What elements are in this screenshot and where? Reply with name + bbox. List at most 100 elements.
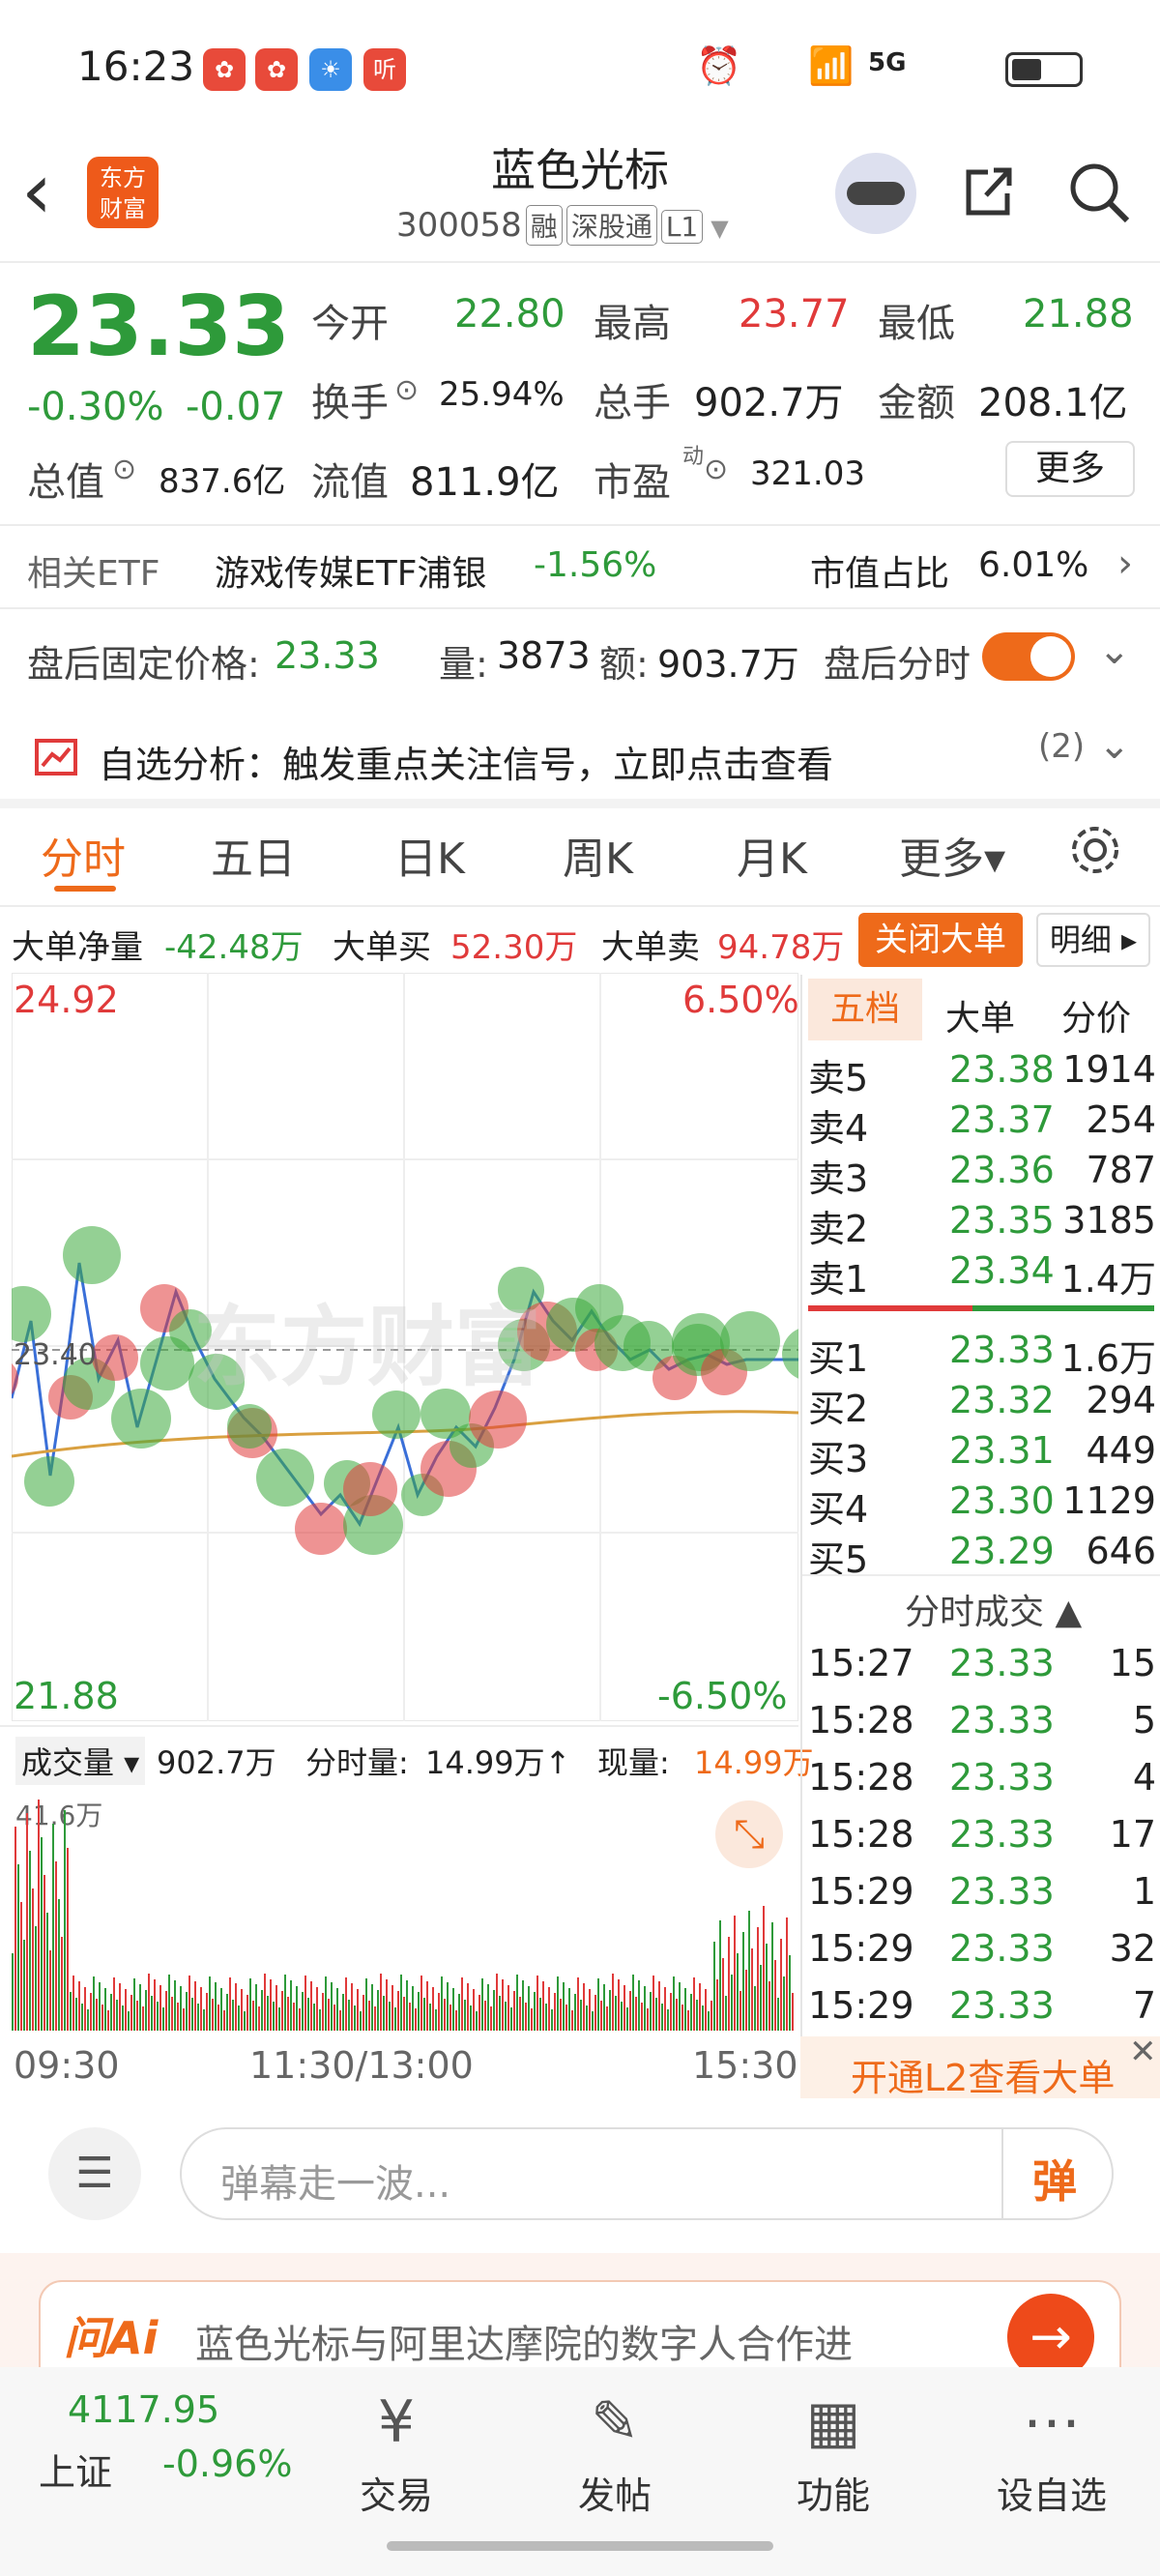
volume-bar — [345, 1977, 347, 2031]
tag-level: L1 — [660, 210, 704, 244]
volume-bar — [278, 2007, 280, 2031]
nav-add-watch[interactable]: ⋯ 设自选 — [984, 2379, 1119, 2519]
chevron-right-icon: › — [1117, 542, 1133, 586]
tab-5day[interactable]: 五日 — [211, 824, 296, 886]
volume-bar — [542, 1981, 544, 2031]
volume-bar — [780, 1939, 782, 2031]
volume-bar — [380, 1974, 382, 2031]
volume-bar — [258, 2006, 260, 2031]
bid-row-volume: 449 — [1086, 1429, 1156, 1472]
volume-bar — [302, 1992, 304, 2031]
status-time: 16:23 — [77, 43, 195, 90]
tab-intraday[interactable]: 分时 — [41, 824, 126, 886]
bigorder-bubble — [0, 1286, 51, 1342]
volume-bar — [310, 1981, 312, 2031]
volume-label: 总手 — [594, 381, 671, 425]
etf-share-value: 6.01% — [978, 545, 1089, 585]
chevron-down-icon[interactable]: ⌄ — [1098, 629, 1131, 673]
more-button[interactable]: 更多 — [1005, 441, 1135, 497]
tab-indicator — [54, 886, 116, 892]
robot-avatar[interactable] — [835, 153, 916, 234]
volume-bar — [534, 1992, 536, 2031]
tab-daily-k[interactable]: 日K — [394, 824, 465, 886]
volume-bar — [742, 1932, 744, 2031]
app-icon-2: ✿ — [255, 48, 298, 91]
etf-row[interactable]: 相关ETF 游戏传媒ETF浦银 -1.56% 市值占比 6.01% › — [0, 530, 1160, 607]
volume-bar — [360, 2011, 362, 2031]
volume-bar — [481, 1978, 483, 2031]
volume-bar — [293, 2003, 295, 2031]
bigorder-net-label: 大单净量 — [12, 928, 143, 967]
tick-row-label: 15:29 — [808, 1870, 914, 1913]
volume-bar — [229, 1977, 231, 2031]
search-icon[interactable] — [1067, 161, 1131, 224]
info-icon[interactable]: ⊙ — [112, 453, 136, 486]
etf-pct: -1.56% — [534, 545, 657, 585]
afterhours-toggle[interactable] — [982, 632, 1075, 681]
volume-indicator-select[interactable]: 成交量 ▾ — [15, 1737, 146, 1785]
tab-more[interactable]: 更多▾ — [899, 824, 1005, 886]
info-icon[interactable]: ⊙ — [394, 373, 419, 407]
bid-row-label: 买1 — [808, 1337, 869, 1380]
volume-bar — [200, 1987, 202, 2031]
settings-gear-icon[interactable] — [1067, 822, 1123, 878]
info-icon[interactable]: ⊙ — [704, 453, 728, 486]
volume-bar — [574, 1994, 576, 2031]
danmaku-send-button[interactable]: 弹 — [1032, 2147, 1077, 2210]
dropdown-icon[interactable]: ▼ — [710, 215, 728, 242]
volume-bar — [232, 2000, 234, 2031]
comment-settings-icon[interactable]: ☰ — [48, 2127, 141, 2220]
edit-icon: ✎ — [590, 2388, 640, 2456]
minute-vol-label: 分时量: — [305, 1744, 409, 1781]
volume-bar — [768, 1981, 770, 2031]
volume-bar — [522, 1980, 524, 2031]
tab-weekly-k[interactable]: 周K — [563, 824, 633, 886]
volume-bar — [754, 1986, 756, 2031]
volume-bar — [99, 1982, 101, 2031]
ob-tab-price[interactable]: 分价 — [1061, 990, 1131, 1040]
volume-bar — [606, 2006, 608, 2031]
volume-bar — [728, 1937, 730, 2031]
bid-row-volume: 646 — [1086, 1530, 1156, 1572]
nav-function[interactable]: ▦ 功能 — [766, 2379, 901, 2519]
volume-bar — [136, 2001, 138, 2031]
ticks-header[interactable]: 分时成交 ▲ — [905, 1584, 1082, 1634]
afterhours-amt-label: 额: — [599, 643, 649, 686]
share-icon[interactable] — [959, 162, 1017, 220]
danmaku-placeholder: 弹幕走一波... — [220, 2162, 451, 2207]
volume-bar — [644, 1986, 646, 2031]
tag-margin: 融 — [525, 205, 563, 246]
nav-post[interactable]: ✎ 发帖 — [547, 2379, 682, 2519]
danmaku-input[interactable]: 弹幕走一波... 弹 — [180, 2127, 1114, 2220]
l2-banner[interactable]: 开通L2查看大单 ✕ — [800, 2033, 1160, 2102]
volume-bar — [362, 1995, 364, 2031]
time-start: 09:30 — [14, 2044, 120, 2087]
analysis-alert[interactable]: 自选分析：触发重点关注信号，立即点击查看 (2) ⌄ — [0, 721, 1160, 801]
tick-row-volume: 17 — [1109, 1813, 1156, 1856]
volume-chart — [12, 1800, 794, 2031]
tick-row-price: 23.33 — [949, 1699, 1055, 1742]
index-name: 上证 — [39, 2451, 113, 2494]
volume-total: 902.7万 — [157, 1744, 276, 1781]
floatcap-label: 流值 — [311, 460, 389, 505]
detail-button[interactable]: 明细 ▸ — [1036, 913, 1150, 967]
close-icon[interactable]: ✕ — [1129, 2033, 1157, 2071]
ob-tab-bigorder[interactable]: 大单 — [945, 990, 1015, 1040]
nav-trade[interactable]: ¥ 交易 — [329, 2379, 464, 2519]
chevron-down-icon: ⌄ — [1098, 723, 1131, 768]
ob-tab-5level[interactable]: 五档 — [808, 979, 922, 1040]
tab-monthly-k[interactable]: 月K — [737, 824, 807, 886]
tick-row-volume: 32 — [1109, 1927, 1156, 1970]
volume-bar — [52, 1824, 54, 2031]
volume-bar — [502, 1979, 504, 2031]
volume-bar — [624, 1985, 625, 2031]
volume-bar — [647, 2008, 649, 2031]
close-bigorder-button[interactable]: 关闭大单 — [858, 913, 1023, 967]
mktcap-label: 总值 — [27, 460, 104, 505]
index-value: 4117.95 — [68, 2388, 220, 2431]
volume-bar — [684, 1988, 686, 2031]
volume-bar — [348, 2000, 350, 2031]
more-icon: ⋯ — [1023, 2388, 1081, 2456]
volume-bar — [612, 1974, 614, 2031]
index-ticker[interactable]: 4117.95 上证 -0.96% — [29, 2379, 300, 2514]
